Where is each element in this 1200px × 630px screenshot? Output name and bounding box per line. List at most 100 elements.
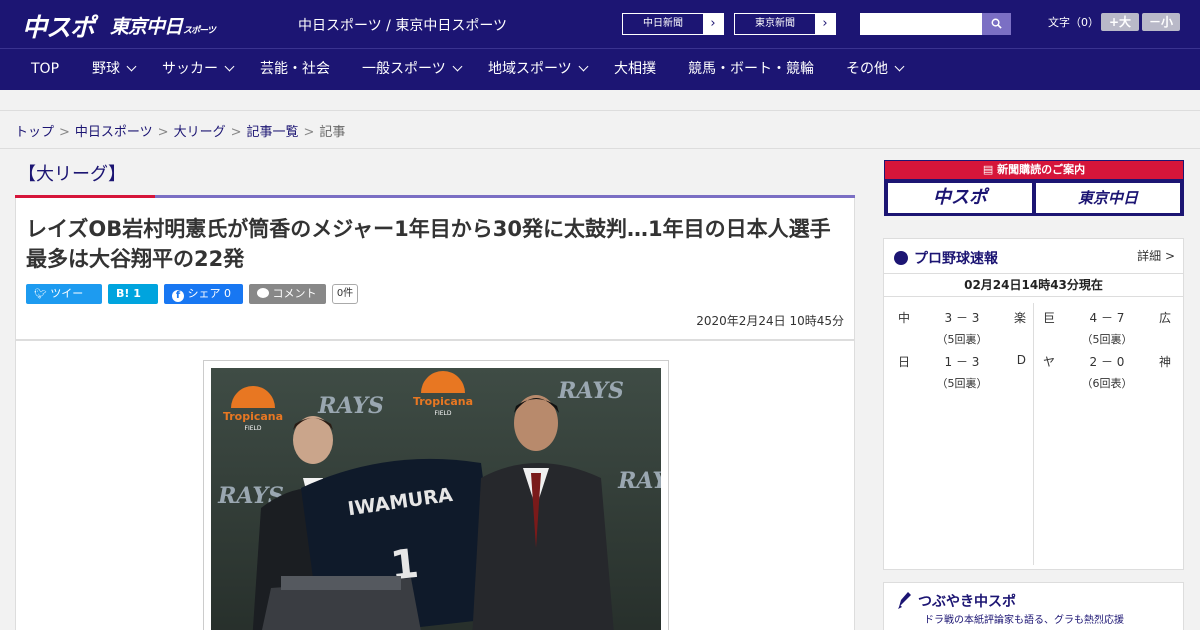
game-inning: （6回表） (1081, 377, 1133, 390)
breadcrumb-separator: > (230, 125, 242, 140)
away-team: 楽 (1013, 311, 1026, 325)
site-title[interactable]: 中日スポーツ / 東京中日スポーツ (298, 15, 507, 35)
breadcrumb-separator: > (303, 125, 315, 140)
tokyo-chunichi-subscribe-button[interactable]: 東京中日 (1036, 183, 1180, 213)
tokyo-logo-small: スポーツ (183, 26, 216, 36)
game-score-text: 2 － 0 (1089, 355, 1125, 369)
breadcrumb: トップ > 中日スポーツ > 大リーグ > 記事一覧 > 記事 (15, 121, 345, 140)
score-detail-link[interactable]: 詳細 > (1137, 247, 1175, 264)
facebook-label: シェア 0 (187, 287, 232, 300)
chevron-down-icon (578, 61, 589, 72)
games-grid: 中 3 － 3 楽 （5回裏） 日 1 － 3 D （5回裏） 巨 4 － 7 … (890, 303, 1179, 565)
nav-label: 野球 (92, 61, 120, 77)
main-nav: TOP 野球 サッカー 芸能・社会 一般スポーツ 地域スポーツ 大相撲 競馬・ボ… (0, 48, 1200, 90)
article-category: 【大リーグ】 (18, 164, 126, 185)
breadcrumb-article-list[interactable]: 記事一覧 (247, 125, 299, 140)
nav-label: 大相撲 (614, 61, 656, 77)
article-body: Tropicana FIELD Tropicana FIELD RAYS RAY… (15, 340, 855, 630)
team-text: RAYS (317, 393, 384, 419)
team-text: RAYS (557, 378, 624, 404)
chevron-right-icon: › (815, 14, 835, 34)
team-text: RAYS (617, 468, 661, 494)
games-column: 巨 4 － 7 広 （5回裏） ヤ 2 － 0 神 （6回表） (1035, 303, 1179, 565)
tokyo-chunichi-logo[interactable]: 東京中日スポーツ (110, 12, 216, 39)
article-date: 2020年2月24日 10時45分 (696, 314, 844, 328)
sponsor-sub-text: FIELD (435, 410, 452, 417)
game-score[interactable]: 中 3 － 3 楽 （5回裏） (890, 303, 1034, 347)
nav-label: 一般スポーツ (362, 61, 446, 77)
promo-title: ▤ 新聞購読のご案内 (885, 161, 1183, 179)
nav-item-baseball[interactable]: 野球 (92, 49, 137, 91)
nav-item-entertainment[interactable]: 芸能・社会 (260, 49, 330, 91)
away-team: 神 (1158, 355, 1171, 369)
game-score-text: 4 － 7 (1089, 311, 1125, 325)
ext-link-label: 東京新聞 (755, 18, 795, 29)
tokyo-logo-text: 東京中日 (110, 16, 183, 38)
article-headline: レイズOB岩村明憲氏が筒香のメジャー1年目から30発に太鼓判…1年目の日本人選手… (26, 217, 831, 271)
nav-label: TOP (31, 61, 60, 77)
games-column: 中 3 － 3 楽 （5回裏） 日 1 － 3 D （5回裏） (890, 303, 1034, 565)
chevron-down-icon (452, 61, 463, 72)
breadcrumb-chunichi-sports[interactable]: 中日スポーツ (75, 125, 153, 140)
hatena-bookmark-button[interactable]: B! 1 (108, 284, 158, 304)
nav-label: 競馬・ボート・競輪 (688, 61, 814, 77)
nav-item-general-sports[interactable]: 一般スポーツ (362, 49, 463, 91)
game-score[interactable]: 日 1 － 3 D （5回裏） (890, 347, 1034, 391)
nav-label: サッカー (162, 61, 218, 77)
comment-button[interactable]: コメント (249, 284, 326, 304)
article-photo[interactable]: Tropicana FIELD Tropicana FIELD RAYS RAY… (211, 368, 661, 630)
hatena-label: B! 1 (116, 287, 141, 300)
sponsor-text: Tropicana (413, 395, 473, 408)
game-score[interactable]: 巨 4 － 7 広 （5回裏） (1035, 303, 1179, 347)
game-score-text: 3 － 3 (944, 311, 980, 325)
game-inning: （5回裏） (936, 333, 988, 346)
nav-item-racing[interactable]: 競馬・ボート・競輪 (688, 49, 814, 91)
sponsor-sub-text: FIELD (245, 425, 262, 432)
search-icon (991, 18, 1002, 29)
breadcrumb-mlb[interactable]: 大リーグ (174, 125, 226, 140)
press-conference-image: Tropicana FIELD Tropicana FIELD RAYS RAY… (211, 368, 661, 630)
game-score-text: 1 － 3 (944, 355, 980, 369)
nav-item-other[interactable]: その他 (846, 49, 905, 91)
breadcrumb-separator: > (59, 125, 70, 140)
baseball-score-panel: プロ野球速報 詳細 > 02月24日14時43分現在 中 3 － 3 楽 （5回… (883, 238, 1184, 570)
search-input[interactable] (860, 13, 982, 35)
font-size-label: 文字（0） (1048, 16, 1099, 29)
chuspo-subscribe-button[interactable]: 中スポ (888, 183, 1032, 213)
facebook-icon: f (172, 290, 184, 302)
chuspo-logo[interactable]: 中スポ (22, 8, 95, 44)
comment-label: コメント (272, 287, 317, 300)
game-inning: （5回裏） (1081, 333, 1133, 346)
chevron-right-icon: › (703, 14, 723, 34)
nav-item-top[interactable]: TOP (31, 49, 59, 91)
comment-count[interactable]: 0件 (332, 284, 358, 304)
score-panel-title: プロ野球速報 (894, 248, 998, 268)
chevron-down-icon (126, 61, 137, 72)
chunichi-shimbun-link[interactable]: 中日新聞 › (622, 13, 724, 35)
article-header: レイズOB岩村明憲氏が筒香のメジャー1年目から30発に太鼓判…1年目の日本人選手… (15, 198, 855, 340)
game-score[interactable]: ヤ 2 － 0 神 （6回表） (1035, 347, 1179, 391)
chevron-down-icon (894, 61, 905, 72)
nav-item-sumo[interactable]: 大相撲 (614, 49, 656, 91)
tsubuyaki-title: つぶやき中スポ (918, 594, 1016, 610)
facebook-share-button[interactable]: f シェア 0 (164, 284, 243, 304)
tsubuyaki-panel[interactable]: つぶやき中スポ ドラ戦の本紙評論家も語る、グラも熱烈応援 (883, 582, 1184, 630)
tokyo-shimbun-link[interactable]: 東京新聞 › (734, 13, 836, 35)
nav-item-regional-sports[interactable]: 地域スポーツ (488, 49, 589, 91)
chevron-down-icon (224, 61, 235, 72)
font-smaller-button[interactable]: －小 (1142, 13, 1180, 31)
game-inning: （5回裏） (936, 377, 988, 390)
baseball-icon (894, 251, 908, 265)
twitter-icon: 🐦︎ (34, 289, 47, 300)
nav-item-soccer[interactable]: サッカー (162, 49, 235, 91)
breadcrumb-current: 記事 (319, 125, 346, 140)
nav-label: その他 (846, 61, 888, 77)
tweet-button[interactable]: 🐦︎ ツイート (26, 284, 102, 321)
ext-link-label: 中日新聞 (643, 18, 683, 29)
breadcrumb-top[interactable]: トップ (15, 125, 54, 140)
promo-title-text: 新聞購読のご案内 (997, 163, 1086, 176)
font-bigger-button[interactable]: +大 (1101, 13, 1139, 31)
pen-icon (898, 592, 911, 609)
search-button[interactable] (982, 13, 1011, 35)
away-team: 広 (1158, 311, 1171, 325)
